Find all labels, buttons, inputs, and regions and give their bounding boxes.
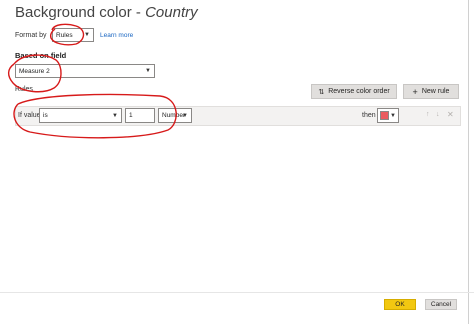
chevron-down-icon: ▼ bbox=[112, 112, 118, 119]
title-field-name: Country bbox=[145, 4, 198, 21]
plus-icon: + bbox=[412, 86, 418, 97]
based-on-field-dropdown[interactable]: Measure 2 ▼ bbox=[15, 64, 155, 78]
dialog-right-border bbox=[468, 0, 469, 324]
move-down-icon[interactable]: ↓ bbox=[436, 111, 440, 118]
new-rule-button[interactable]: + New rule bbox=[403, 84, 459, 99]
rule-operator-value: is bbox=[43, 112, 48, 119]
reverse-color-order-label: Reverse color order bbox=[328, 88, 390, 95]
if-value-label: If value bbox=[18, 112, 41, 119]
format-by-label: Format by bbox=[15, 32, 47, 39]
rule-value-text: 1 bbox=[129, 112, 133, 119]
rule-operator-dropdown[interactable]: is ▼ bbox=[39, 108, 122, 123]
cancel-label: Cancel bbox=[430, 301, 452, 308]
move-up-icon[interactable]: ↑ bbox=[426, 111, 430, 118]
swap-arrows-icon: ⇅ bbox=[318, 88, 325, 96]
reverse-color-order-button[interactable]: ⇅ Reverse color order bbox=[311, 84, 397, 99]
cancel-button[interactable]: Cancel bbox=[425, 299, 457, 310]
ok-button[interactable]: OK bbox=[384, 299, 416, 310]
delete-rule-icon[interactable]: ✕ bbox=[447, 110, 454, 119]
chevron-down-icon: ▼ bbox=[390, 112, 396, 119]
color-swatch bbox=[380, 111, 389, 120]
rules-label: Rules bbox=[15, 86, 33, 93]
learn-more-link[interactable]: Learn more bbox=[100, 32, 133, 39]
title-text: Background color - bbox=[15, 4, 146, 21]
based-on-field-heading: Based on field bbox=[15, 51, 67, 60]
dialog-title: Background color - Country bbox=[15, 4, 198, 21]
rule-value-input[interactable]: 1 bbox=[125, 108, 155, 123]
chevron-down-icon: ▼ bbox=[145, 68, 151, 74]
ok-label: OK bbox=[395, 301, 405, 308]
new-rule-label: New rule bbox=[421, 88, 450, 95]
format-by-value: Rules bbox=[56, 31, 73, 39]
based-on-field-value: Measure 2 bbox=[19, 67, 50, 75]
rule-type-dropdown[interactable]: Number ▼ bbox=[158, 108, 192, 123]
chevron-down-icon: ▼ bbox=[84, 32, 90, 38]
format-by-dropdown[interactable]: Rules ▼ bbox=[52, 28, 94, 42]
footer-divider bbox=[0, 292, 474, 293]
then-label: then bbox=[362, 112, 376, 119]
chevron-down-icon: ▼ bbox=[182, 112, 188, 119]
annotation-layer bbox=[7, 23, 177, 139]
rule-color-picker[interactable]: ▼ bbox=[377, 108, 399, 123]
